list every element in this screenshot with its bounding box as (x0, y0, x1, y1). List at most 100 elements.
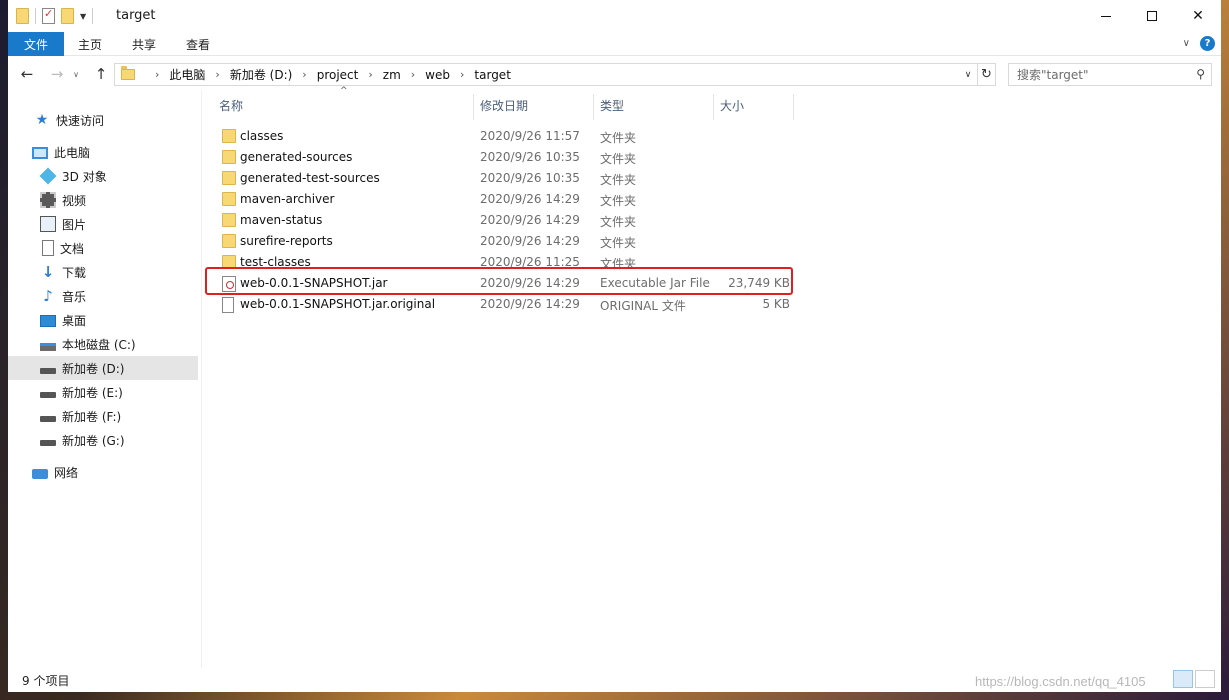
desktop-icon (40, 315, 56, 327)
sidebar-item-desktop[interactable]: 桌面 (8, 308, 198, 332)
close-button[interactable]: ✕ (1175, 0, 1221, 32)
pane-divider[interactable] (201, 90, 202, 668)
explorer-window: ▼ target ✕ 文件 主页 共享 查看 ∨ ? ← → ∨ ↑ › 此电脑… (8, 0, 1221, 692)
file-name: classes (240, 129, 284, 143)
column-header-size[interactable]: 大小 (720, 90, 790, 120)
music-icon: ♪ (43, 287, 53, 305)
breadcrumb-separator[interactable]: › (145, 68, 169, 81)
file-type: 文件夹 (600, 236, 637, 250)
file-row[interactable]: maven-archiver 2020/9/26 14:29 文件夹 (212, 189, 794, 210)
toolbar-separator (92, 8, 94, 24)
window-title: target (116, 8, 156, 23)
search-placeholder: 搜索"target" (1017, 68, 1089, 82)
sidebar-item-drive-d[interactable]: 新加卷 (D:) (8, 356, 198, 380)
sidebar-item-label: 新加卷 (G:) (62, 433, 125, 448)
column-header-name[interactable]: 名称 (219, 90, 474, 120)
column-divider[interactable] (593, 94, 594, 120)
help-icon[interactable]: ? (1200, 36, 1215, 51)
tab-view[interactable]: 查看 (172, 32, 224, 56)
quick-access-toolbar: ▼ (16, 6, 94, 26)
sidebar-item-drive-f[interactable]: 新加卷 (F:) (8, 404, 198, 428)
refresh-button[interactable]: ↻ (978, 63, 996, 86)
breadcrumb-item[interactable]: project (317, 68, 359, 82)
sidebar-item-label: 下载 (62, 265, 87, 280)
column-divider[interactable] (473, 94, 474, 120)
network-icon (32, 468, 48, 479)
tab-share[interactable]: 共享 (116, 32, 172, 56)
breadcrumb-separator[interactable]: › (205, 68, 229, 81)
tab-home[interactable]: 主页 (64, 32, 116, 56)
star-icon: ★ (35, 112, 49, 128)
details-view-icon[interactable] (1173, 670, 1193, 688)
sidebar-item-drive-c[interactable]: 本地磁盘 (C:) (8, 332, 198, 356)
column-header-type[interactable]: 类型 (600, 90, 712, 120)
maximize-button[interactable] (1129, 0, 1175, 32)
sidebar-item-documents[interactable]: 文档 (8, 236, 198, 260)
column-divider[interactable] (713, 94, 714, 120)
file-row[interactable]: generated-sources 2020/9/26 10:35 文件夹 (212, 147, 794, 168)
ribbon-tabs: 文件 主页 共享 查看 ∨ ? (8, 32, 1221, 56)
breadcrumb-item[interactable]: target (474, 68, 511, 82)
breadcrumb-item[interactable]: web (425, 68, 450, 82)
file-size: 5 KB (762, 297, 790, 311)
tab-file[interactable]: 文件 (8, 32, 64, 56)
folder-icon (222, 213, 236, 227)
sidebar-item-label: 本地磁盘 (C:) (62, 337, 136, 352)
file-row[interactable]: generated-test-sources 2020/9/26 10:35 文… (212, 168, 794, 189)
sidebar-item-label: 图片 (62, 217, 87, 232)
sidebar-item-pictures[interactable]: 图片 (8, 212, 198, 236)
sidebar-item-this-pc[interactable]: 此电脑 (8, 140, 198, 164)
file-name: maven-archiver (240, 192, 335, 206)
sidebar-item-label: 文档 (60, 241, 85, 256)
file-name: maven-status (240, 213, 323, 227)
close-icon: ✕ (1192, 8, 1204, 24)
sidebar-item-downloads[interactable]: ↓ 下载 (8, 260, 198, 284)
breadcrumb-separator[interactable]: › (401, 68, 425, 81)
navigation-pane: ★ 快速访问 此电脑 3D 对象 视频 图片 文档 ↓ 下载 ♪ 音乐 桌面 本… (8, 96, 200, 664)
column-divider[interactable] (793, 94, 794, 120)
breadcrumb-separator[interactable]: › (450, 68, 474, 81)
breadcrumb-separator[interactable]: › (292, 68, 316, 81)
sidebar-item-music[interactable]: ♪ 音乐 (8, 284, 198, 308)
folder-icon (121, 66, 135, 80)
expand-ribbon-icon[interactable]: ∨ (1183, 38, 1190, 49)
column-header-date[interactable]: 修改日期 (480, 90, 592, 120)
sidebar-item-videos[interactable]: 视频 (8, 188, 198, 212)
up-button[interactable]: ↑ (90, 64, 112, 84)
breadcrumb-separator[interactable]: › (358, 68, 382, 81)
file-type: 文件夹 (600, 173, 637, 187)
file-row[interactable]: maven-status 2020/9/26 14:29 文件夹 (212, 210, 794, 231)
sidebar-item-network[interactable]: 网络 (8, 460, 198, 484)
recent-locations-dropdown[interactable]: ∨ (70, 64, 82, 84)
customize-toolbar-dropdown[interactable]: ▼ (80, 12, 86, 21)
document-icon (42, 240, 54, 256)
file-date: 2020/9/26 10:35 (480, 150, 580, 164)
download-icon: ↓ (41, 263, 55, 281)
file-row[interactable]: classes 2020/9/26 11:57 文件夹 (212, 126, 794, 147)
file-row[interactable]: surefire-reports 2020/9/26 14:29 文件夹 (212, 231, 794, 252)
sidebar-item-drive-e[interactable]: 新加卷 (E:) (8, 380, 198, 404)
sidebar-item-quick-access[interactable]: ★ 快速访问 (8, 108, 198, 132)
sidebar-item-3d-objects[interactable]: 3D 对象 (8, 164, 198, 188)
address-dropdown-icon[interactable]: ∨ (959, 64, 977, 85)
file-name: generated-sources (240, 150, 353, 164)
large-icons-view-icon[interactable] (1195, 670, 1215, 688)
file-row[interactable]: web-0.0.1-SNAPSHOT.jar.original 2020/9/2… (212, 294, 794, 315)
breadcrumb-item[interactable]: 新加卷 (D:) (230, 66, 292, 83)
back-button[interactable]: ← (16, 64, 38, 84)
file-name: web-0.0.1-SNAPSHOT.jar.original (240, 297, 436, 311)
address-bar[interactable]: › 此电脑 › 新加卷 (D:) › project › zm › web › … (114, 63, 978, 86)
maximize-icon (1147, 11, 1157, 21)
sidebar-item-label: 视频 (62, 193, 87, 208)
file-type: 文件夹 (600, 152, 637, 166)
file-name: surefire-reports (240, 234, 333, 248)
sidebar-item-drive-g[interactable]: 新加卷 (G:) (8, 428, 198, 452)
new-folder-icon[interactable] (61, 8, 74, 24)
breadcrumb-item[interactable]: 此电脑 (169, 66, 205, 83)
minimize-button[interactable] (1083, 0, 1129, 32)
search-input[interactable]: 搜索"target" ⚲ (1008, 63, 1212, 86)
breadcrumb-item[interactable]: zm (383, 68, 401, 82)
sidebar-item-label: 桌面 (62, 313, 87, 328)
forward-button[interactable]: → (46, 64, 68, 84)
properties-icon[interactable] (42, 7, 55, 24)
